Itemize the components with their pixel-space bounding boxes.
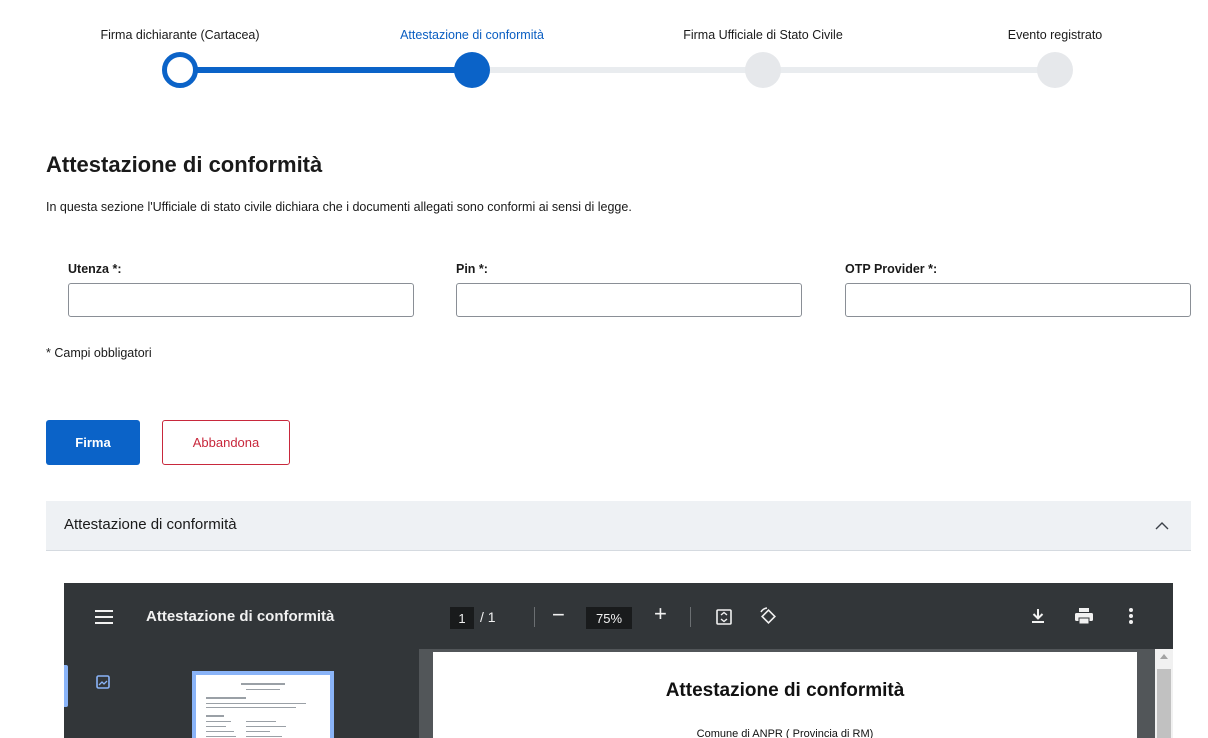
step-label-firma-ufficiale: Firma Ufficiale di Stato Civile bbox=[683, 28, 843, 42]
page-number-input[interactable]: 1 bbox=[450, 607, 474, 629]
section-description: In questa sezione l'Ufficiale di stato c… bbox=[46, 200, 632, 214]
accordion-title: Attestazione di conformità bbox=[64, 516, 237, 533]
required-fields-note: * Campi obbligatori bbox=[46, 346, 152, 360]
thumbnail-sidebar bbox=[64, 649, 419, 738]
pin-input[interactable] bbox=[456, 283, 802, 317]
pdf-viewer: Attestazione di conformità 1 / 1 − 75% + bbox=[64, 583, 1173, 738]
toolbar-divider bbox=[534, 607, 535, 627]
print-icon[interactable] bbox=[1074, 607, 1094, 625]
otp-provider-input[interactable] bbox=[845, 283, 1191, 317]
download-icon[interactable] bbox=[1030, 607, 1046, 625]
stepper-track-done bbox=[180, 67, 472, 73]
thumbnail-view-icon[interactable] bbox=[96, 675, 110, 689]
document-page-area: Attestazione di conformità Comune di ANP… bbox=[419, 649, 1173, 738]
abbandona-button[interactable]: Abbandona bbox=[162, 420, 290, 465]
firma-button[interactable]: Firma bbox=[46, 420, 140, 465]
step-label-firma-dichiarante: Firma dichiarante (Cartacea) bbox=[100, 28, 260, 42]
vertical-scrollbar[interactable] bbox=[1155, 649, 1173, 738]
zoom-out-icon[interactable]: − bbox=[552, 602, 565, 628]
step-label-evento-registrato: Evento registrato bbox=[1007, 28, 1103, 42]
step-node-done bbox=[162, 52, 198, 88]
accordion-header[interactable]: Attestazione di conformità bbox=[46, 501, 1191, 551]
more-options-icon[interactable] bbox=[1128, 607, 1134, 625]
pdf-toolbar: Attestazione di conformità 1 / 1 − 75% + bbox=[64, 583, 1173, 649]
fit-page-icon[interactable] bbox=[715, 608, 733, 626]
document-page: Attestazione di conformità Comune di ANP… bbox=[433, 652, 1137, 738]
zoom-level-input[interactable]: 75% bbox=[586, 607, 632, 629]
sidebar-active-marker bbox=[64, 665, 68, 707]
rotate-icon[interactable] bbox=[758, 606, 778, 626]
section-title: Attestazione di conformità bbox=[46, 152, 323, 177]
otp-provider-label: OTP Provider *: bbox=[845, 262, 938, 276]
page-thumbnail[interactable] bbox=[192, 671, 334, 738]
scroll-up-arrow-icon[interactable] bbox=[1160, 654, 1168, 659]
pdf-title: Attestazione di conformità bbox=[146, 608, 335, 625]
step-label-attestazione: Attestazione di conformità bbox=[400, 28, 544, 42]
document-subtitle: Comune di ANPR ( Provincia di RM) bbox=[696, 728, 874, 738]
utenza-label: Utenza *: bbox=[68, 262, 122, 276]
zoom-in-icon[interactable]: + bbox=[654, 601, 667, 627]
scrollbar-thumb[interactable] bbox=[1157, 669, 1171, 738]
thumbnail-page-preview bbox=[196, 675, 330, 738]
page-total: / 1 bbox=[480, 609, 496, 625]
utenza-input[interactable] bbox=[68, 283, 414, 317]
step-node-todo bbox=[745, 52, 781, 88]
chevron-up-icon[interactable] bbox=[1155, 519, 1169, 533]
document-title: Attestazione di conformità bbox=[665, 680, 905, 701]
progress-stepper: Firma dichiarante (Cartacea) Attestazion… bbox=[0, 0, 1208, 110]
toolbar-divider bbox=[690, 607, 691, 627]
pin-label: Pin *: bbox=[456, 262, 488, 276]
step-node-current bbox=[454, 52, 490, 88]
step-node-todo bbox=[1037, 52, 1073, 88]
menu-icon[interactable] bbox=[95, 610, 113, 624]
